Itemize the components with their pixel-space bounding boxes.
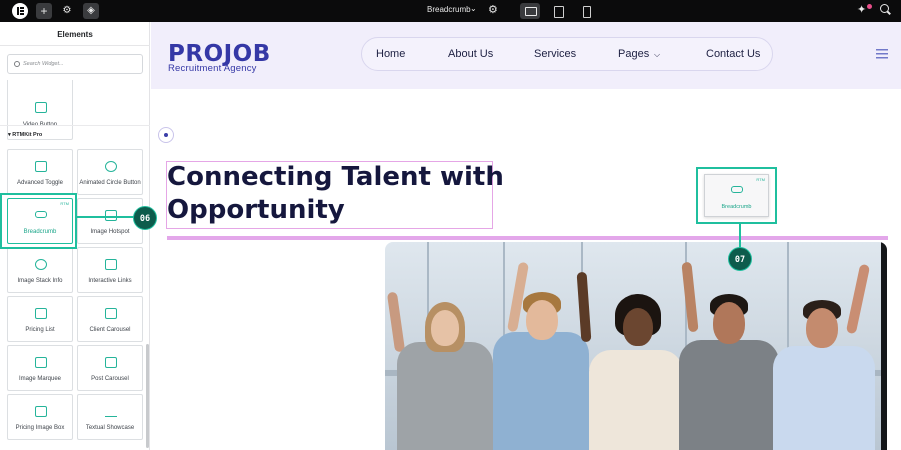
chevron-down-icon[interactable]: ⌵ [654, 50, 660, 60]
widget-post-carousel[interactable]: Post Carousel [77, 345, 143, 391]
divider [0, 45, 150, 46]
widget-advanced-toggle[interactable]: Advanced Toggle [7, 149, 73, 195]
dropped-widget-frame: RTM Breadcrumb [696, 167, 777, 224]
target-icon [158, 127, 174, 143]
nav-home[interactable]: Home [376, 48, 405, 60]
nav-services[interactable]: Services [534, 48, 576, 60]
dropped-breadcrumb-widget[interactable]: RTM Breadcrumb [704, 174, 769, 217]
mobile-icon[interactable] [576, 3, 596, 19]
search-input[interactable] [23, 58, 139, 70]
search-box[interactable] [7, 54, 143, 74]
breadcrumb-icon [731, 186, 743, 193]
elementor-logo-icon[interactable] [12, 3, 28, 19]
text-icon [105, 406, 117, 417]
widget-pricing-image-box[interactable]: Pricing Image Box [7, 394, 73, 440]
widget-animated-circle-button[interactable]: Animated Circle Button [77, 149, 143, 195]
tablet-icon[interactable] [548, 3, 568, 19]
add-element-button[interactable]: + [36, 3, 52, 19]
magic-icon[interactable]: ✦ [857, 3, 866, 16]
widget-client-carousel[interactable]: Client Carousel [77, 296, 143, 342]
widget-interactive-links[interactable]: Interactive Links [77, 247, 143, 293]
nav-pages[interactable]: Pages [618, 48, 649, 60]
widget-image-marquee[interactable]: Image Marquee [7, 345, 73, 391]
widget-pricing-list[interactable]: Pricing List [7, 296, 73, 342]
circle-button-icon [105, 161, 117, 172]
post-carousel-icon [105, 357, 117, 368]
pricing-list-icon [35, 308, 47, 319]
widget-textual-showcase[interactable]: Textual Showcase [77, 394, 143, 440]
nav-about-us[interactable]: About Us [448, 48, 493, 60]
widget-highlight-frame [0, 193, 77, 249]
video-button-icon [35, 102, 47, 113]
connector-line [77, 216, 135, 218]
hero-heading-line-1: Connecting Talent with [167, 162, 504, 192]
notification-dot [867, 4, 872, 9]
site-tagline: Recruitment Agency [168, 63, 257, 74]
step-callout-07: 07 [728, 247, 752, 271]
hero-team-photo [385, 242, 887, 450]
panel-scrollbar[interactable] [146, 344, 149, 448]
gear-icon[interactable]: ⚙ [488, 3, 498, 16]
divider [0, 125, 150, 126]
chevron-down-icon[interactable]: ⌄ [470, 4, 477, 13]
client-carousel-icon [105, 308, 117, 319]
nav-contact-us[interactable]: Contact Us [706, 48, 760, 60]
hero-heading[interactable]: Connecting Talent with Opportunity [167, 161, 504, 227]
desktop-icon[interactable] [520, 3, 540, 19]
drop-zone-indicator [167, 236, 888, 240]
menu-icon[interactable] [876, 49, 888, 59]
structure-icon[interactable]: ◈ [83, 3, 99, 19]
toggle-icon [35, 161, 47, 172]
connector-line [739, 224, 741, 248]
main-nav: Home About Us Services Pages ⌵ Contact U… [361, 37, 773, 71]
search-icon [14, 61, 20, 67]
editor-topbar: + ⚙ ◈ Breadcrumb ⌄ ⚙ ✦ [0, 0, 901, 22]
step-callout-06: 06 [133, 206, 157, 230]
pricing-image-box-icon [35, 406, 47, 417]
hero-heading-line-2: Opportunity [167, 195, 345, 225]
panel-title: Elements [57, 30, 93, 39]
widget-video-button[interactable]: Video Button [7, 80, 73, 140]
widget-image-stack-info[interactable]: Image Stack Info [7, 247, 73, 293]
site-settings-icon[interactable]: ⚙ [59, 3, 75, 19]
pro-badge: RTM [756, 177, 765, 182]
document-title[interactable]: Breadcrumb [427, 5, 471, 14]
search-icon[interactable] [880, 4, 889, 13]
image-stack-icon [35, 259, 47, 270]
section-header-rtmkit[interactable]: ▾ RTMKit Pro [8, 132, 42, 138]
page-canvas: PROJOB Recruitment Agency Home About Us … [151, 22, 901, 450]
links-icon [105, 259, 117, 270]
image-marquee-icon [35, 357, 47, 368]
